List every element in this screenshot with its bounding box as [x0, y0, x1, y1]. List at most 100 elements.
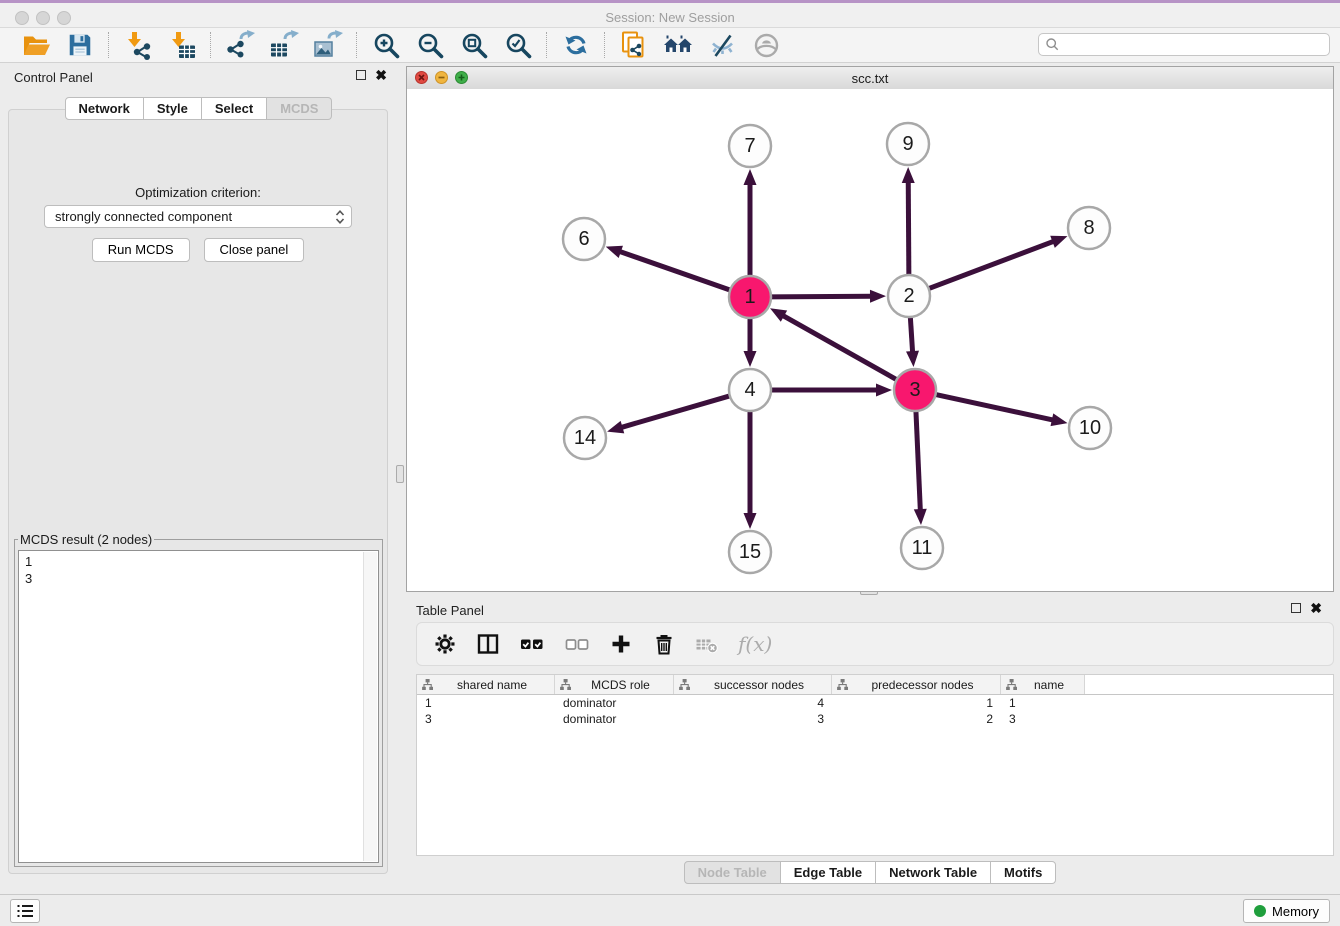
- table-cell[interactable]: 1: [1001, 696, 1085, 710]
- create-column-button[interactable]: [609, 632, 633, 656]
- graph-edge-1-7[interactable]: [744, 169, 757, 278]
- memory-label: Memory: [1272, 904, 1319, 919]
- table-cell[interactable]: 3: [417, 712, 555, 726]
- table-cell[interactable]: 3: [1001, 712, 1085, 726]
- refresh-layout-icon: [562, 31, 590, 59]
- import-table-button[interactable]: [166, 30, 198, 60]
- float-panel-icon[interactable]: [356, 70, 366, 80]
- graph-node-9[interactable]: 9: [887, 123, 929, 165]
- mcds-result-text[interactable]: 1 3: [18, 550, 379, 863]
- import-network-button[interactable]: [122, 30, 154, 60]
- float-table-panel-icon[interactable]: [1291, 603, 1301, 613]
- table-row[interactable]: 3dominator323: [417, 711, 1333, 727]
- graph-node-11[interactable]: 11: [901, 527, 943, 569]
- export-image-button[interactable]: [312, 30, 344, 60]
- show-all-button[interactable]: [750, 30, 782, 60]
- column-header-shared-name[interactable]: shared name: [417, 675, 555, 694]
- zoom-fit-button[interactable]: [458, 30, 490, 60]
- table-settings-button[interactable]: [433, 632, 457, 656]
- graph-edge-3-1[interactable]: [770, 308, 898, 380]
- save-session-button[interactable]: [64, 30, 96, 60]
- zoom-in-button[interactable]: [370, 30, 402, 60]
- run-mcds-button[interactable]: Run MCDS: [92, 238, 190, 262]
- graph-node-4[interactable]: 4: [729, 369, 771, 411]
- graph-edge-4-15[interactable]: [744, 409, 757, 529]
- table-panel-header: Table Panel ✖: [406, 596, 1334, 624]
- memory-button[interactable]: Memory: [1243, 899, 1330, 923]
- tab-edge-table[interactable]: Edge Table: [781, 861, 876, 884]
- graph-node-7[interactable]: 7: [729, 125, 771, 167]
- new-network-from-selection-button[interactable]: [618, 30, 650, 60]
- graph-edge-2-3[interactable]: [906, 315, 919, 367]
- tab-network[interactable]: Network: [65, 97, 144, 120]
- graph-edge-3-10[interactable]: [934, 394, 1068, 426]
- first-neighbors-button[interactable]: [662, 30, 694, 60]
- svg-text:6: 6: [578, 228, 589, 250]
- column-header-MCDS-role[interactable]: MCDS role: [555, 675, 674, 694]
- result-scrollbar[interactable]: [363, 552, 377, 861]
- task-history-button[interactable]: [10, 899, 40, 923]
- close-table-panel-icon[interactable]: ✖: [1310, 603, 1322, 613]
- status-bar: Memory: [0, 894, 1340, 926]
- tab-style[interactable]: Style: [144, 97, 202, 120]
- optimization-criterion-select[interactable]: strongly connected component: [44, 205, 352, 228]
- graph-node-14[interactable]: 14: [564, 417, 606, 459]
- table-cell[interactable]: dominator: [555, 712, 674, 726]
- tab-motifs[interactable]: Motifs: [991, 861, 1056, 884]
- graph-node-15[interactable]: 15: [729, 531, 771, 573]
- open-folder-icon: [21, 30, 51, 60]
- search-input[interactable]: [1060, 36, 1329, 53]
- hide-selected-button[interactable]: [706, 30, 738, 60]
- graph-edge-1-2[interactable]: [769, 290, 886, 303]
- zoom-selected-button[interactable]: [502, 30, 534, 60]
- control-panel-header: Control Panel ✖: [0, 63, 397, 91]
- graph-node-10[interactable]: 10: [1069, 407, 1111, 449]
- graph-edge-3-11[interactable]: [914, 409, 927, 525]
- tree-icon: [836, 678, 849, 691]
- export-network-button[interactable]: [224, 30, 256, 60]
- graph-edge-2-8[interactable]: [927, 236, 1068, 290]
- graph-edge-4-14[interactable]: [607, 395, 732, 433]
- export-table-button[interactable]: [268, 30, 300, 60]
- graph-edge-1-4[interactable]: [744, 316, 757, 367]
- show-column-panel-button[interactable]: [476, 632, 500, 656]
- graph-edge-4-3[interactable]: [769, 384, 892, 397]
- table-cell[interactable]: 3: [674, 712, 832, 726]
- zoom-out-button[interactable]: [414, 30, 446, 60]
- graph-node-6[interactable]: 6: [563, 218, 605, 260]
- graph-edge-2-9[interactable]: [902, 167, 915, 277]
- close-panel-button[interactable]: Close panel: [204, 238, 305, 262]
- column-header-predecessor-nodes[interactable]: predecessor nodes: [832, 675, 1001, 694]
- svg-text:4: 4: [744, 379, 755, 401]
- graph-node-2[interactable]: 2: [888, 275, 930, 317]
- table-cell[interactable]: 4: [674, 696, 832, 710]
- column-header-successor-nodes[interactable]: successor nodes: [674, 675, 832, 694]
- delete-table-button[interactable]: [695, 632, 719, 656]
- apply-layout-button[interactable]: [560, 30, 592, 60]
- table-cell[interactable]: 1: [417, 696, 555, 710]
- tab-select[interactable]: Select: [202, 97, 267, 120]
- graph-node-8[interactable]: 8: [1068, 207, 1110, 249]
- uncheck-all-icon: [564, 632, 590, 656]
- graph-edge-1-6[interactable]: [606, 246, 732, 291]
- table-cell[interactable]: 2: [832, 712, 1001, 726]
- network-canvas[interactable]: 1 2 3 4 6 7 8 9 10 11 14 15: [407, 89, 1333, 591]
- graph-node-1[interactable]: 1: [729, 276, 771, 318]
- tab-network-table[interactable]: Network Table: [876, 861, 991, 884]
- function-builder-button[interactable]: f(x): [738, 632, 772, 656]
- select-all-columns-button[interactable]: [519, 632, 545, 656]
- table-cell[interactable]: dominator: [555, 696, 674, 710]
- tab-node-table[interactable]: Node Table: [684, 861, 781, 884]
- unselect-all-columns-button[interactable]: [564, 632, 590, 656]
- table-cell[interactable]: 1: [832, 696, 1001, 710]
- table-row[interactable]: 1dominator411: [417, 695, 1333, 711]
- svg-text:15: 15: [739, 541, 761, 563]
- vertical-splitter-grip[interactable]: [396, 465, 404, 483]
- column-header-name[interactable]: name: [1001, 675, 1085, 694]
- close-panel-icon[interactable]: ✖: [375, 70, 387, 80]
- delete-column-button[interactable]: [652, 632, 676, 656]
- open-session-button[interactable]: [20, 30, 52, 60]
- tab-mcds[interactable]: MCDS: [267, 97, 332, 120]
- network-window-titlebar[interactable]: scc.txt: [407, 67, 1333, 90]
- graph-node-3[interactable]: 3: [894, 369, 936, 411]
